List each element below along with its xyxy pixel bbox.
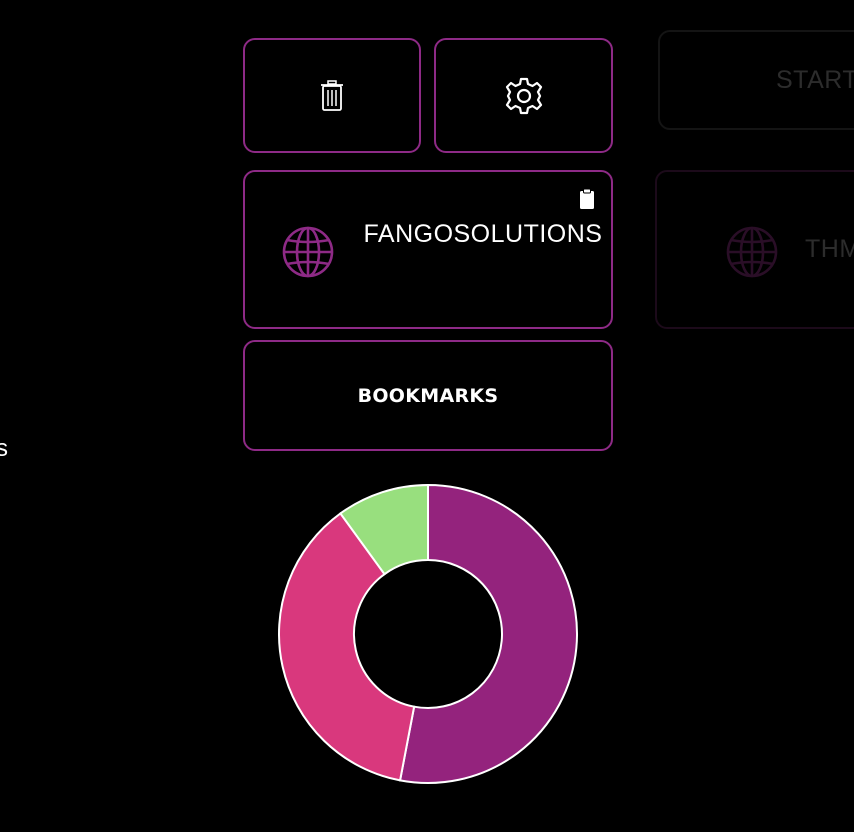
start-card[interactable]: START (658, 30, 854, 130)
bookmarks-button[interactable]: BOOKMARKS (243, 340, 613, 451)
bookmarks-label: BOOKMARKS (357, 385, 499, 407)
settings-button[interactable] (434, 38, 613, 153)
clipboard-icon[interactable] (579, 188, 595, 210)
start-label: START (776, 66, 854, 94)
left-panel-partial-text: s (0, 435, 8, 462)
bookmark-card[interactable]: FANGOSOLUTIONS (243, 170, 613, 329)
thm-title: THM (805, 235, 854, 263)
gear-icon (505, 77, 542, 114)
bookmark-title: FANGOSOLUTIONS (363, 220, 603, 248)
thm-bookmark-card[interactable]: THM (655, 170, 854, 329)
usage-donut-chart (278, 483, 578, 784)
globe-icon (282, 226, 334, 278)
globe-icon (726, 226, 778, 278)
delete-button[interactable] (243, 38, 421, 153)
trash-icon (321, 79, 343, 111)
